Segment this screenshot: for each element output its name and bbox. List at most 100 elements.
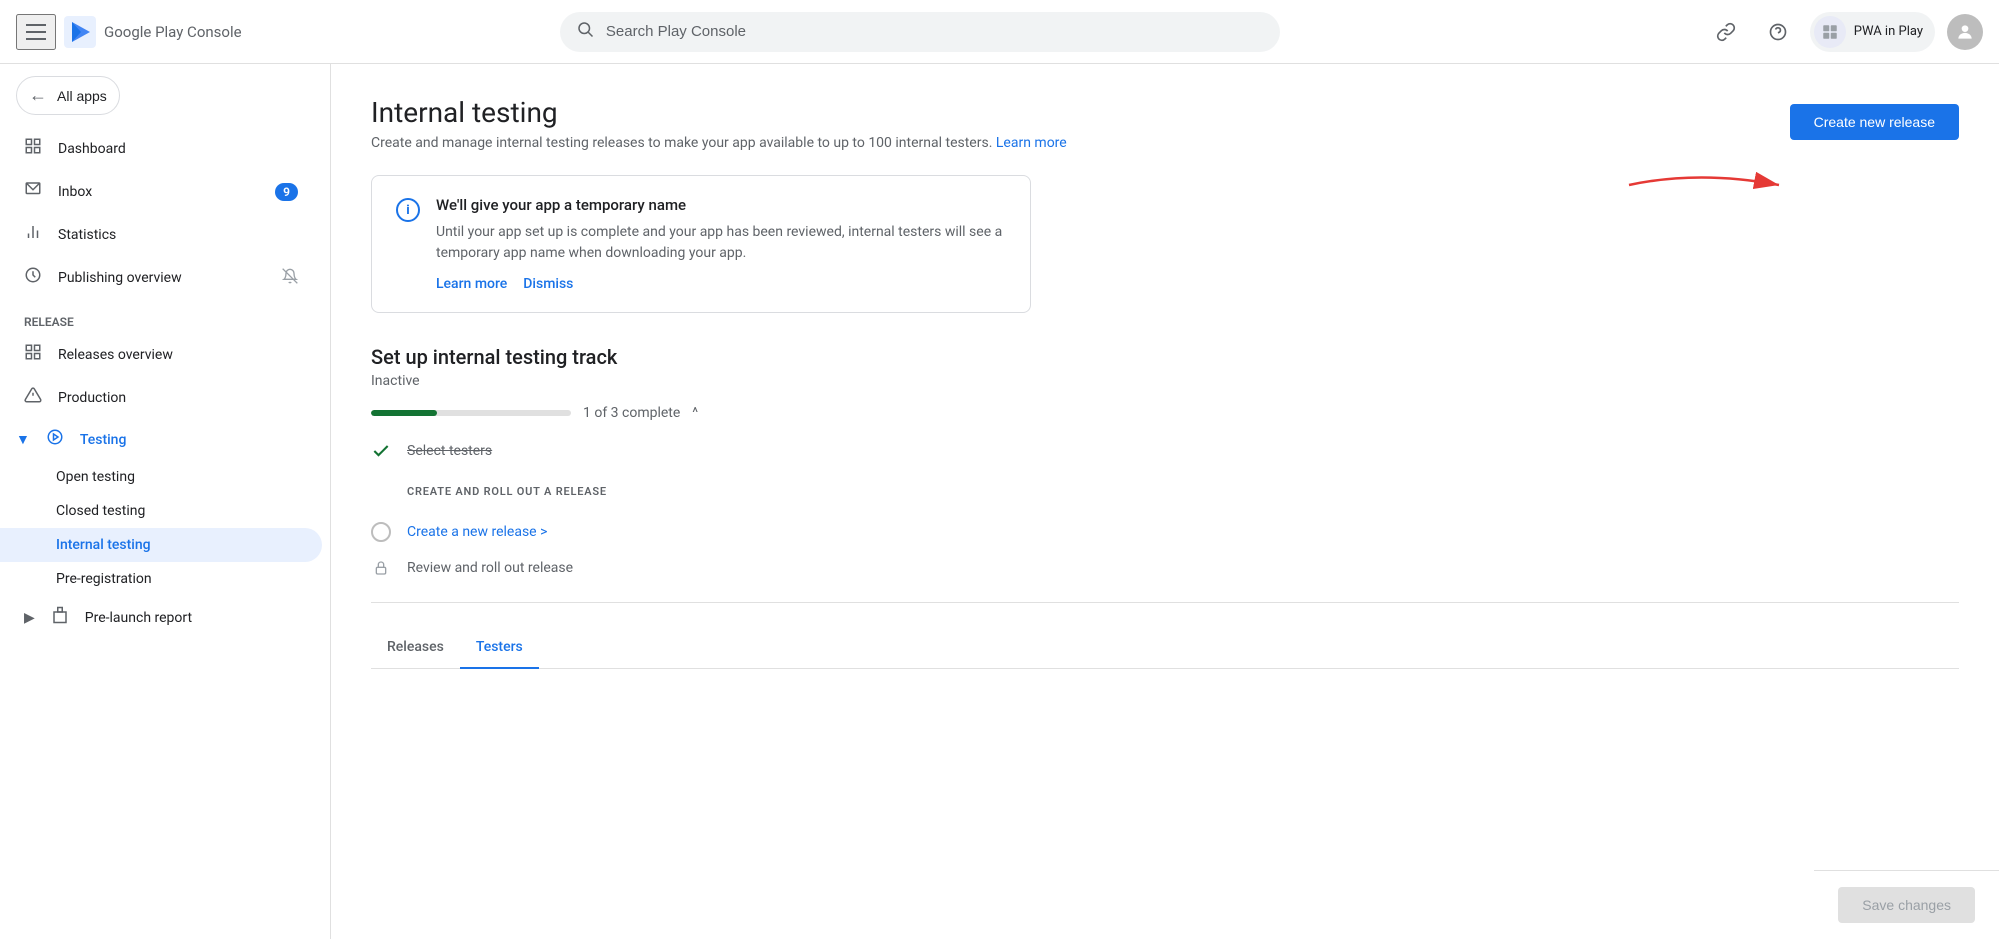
arrow-indicator [1619,160,1799,210]
pre-launch-icon [51,606,69,629]
testing-collapse-arrow[interactable]: ▼ [0,422,38,457]
chevron-up-icon[interactable]: ^ [692,405,698,421]
search-bar [560,12,1280,52]
info-title: We'll give your app a temporary name [436,196,1006,214]
sidebar-item-internal-testing[interactable]: Internal testing [0,528,322,562]
step-label-select-testers: Select testers [407,443,492,459]
sidebar-item-pre-launch-report[interactable]: ▶ Pre-launch report [0,596,322,639]
releases-overview-icon [24,343,42,366]
progress-text: 1 of 3 complete [583,405,680,421]
info-content: We'll give your app a temporary name Unt… [436,196,1006,292]
section-divider [371,602,1959,603]
sidebar-item-open-testing[interactable]: Open testing [0,460,322,494]
info-dismiss-link[interactable]: Dismiss [523,276,573,292]
sidebar-item-pre-registration[interactable]: Pre-registration [0,562,322,596]
statistics-icon [24,223,42,246]
user-avatar[interactable] [1947,14,1983,50]
save-bar: Save changes [1814,870,1999,939]
back-arrow-icon: ← [29,85,47,106]
search-input[interactable] [606,23,1264,40]
step-item-select-testers: Select testers [371,441,1959,461]
sidebar-item-production[interactable]: Production [0,376,322,419]
sidebar-item-closed-testing[interactable]: Closed testing [0,494,322,528]
topbar-left: Google Play Console [16,14,347,50]
search-icon [576,20,594,43]
info-learn-more-link[interactable]: Learn more [436,276,507,292]
release-section-label: Release [0,299,330,333]
inbox-badge: 9 [275,183,298,201]
step-list: Select testers CREATE AND ROLL OUT A REL… [371,441,1959,578]
link-icon-btn[interactable] [1706,12,1746,52]
dashboard-icon [24,137,42,160]
info-description: Until your app set up is complete and yo… [436,222,1006,264]
page-subtitle: Create and manage internal testing relea… [371,135,1067,151]
production-label: Production [58,390,126,406]
sidebar: ← All apps Dashboard Inbox 9 Statistics [0,64,331,939]
step-circle-icon [371,522,391,542]
create-release-link[interactable]: Create a new release > [407,524,547,540]
pre-launch-label: Pre-launch report [85,610,192,626]
progress-bar-background [371,410,571,416]
publishing-overview-icon [24,266,42,289]
production-icon [24,386,42,409]
hamburger-menu[interactable] [16,14,56,50]
logo-icon [64,16,96,48]
info-icon: i [396,198,420,222]
topbar-right: PWA in Play [1706,12,1983,52]
internal-testing-label: Internal testing [56,537,151,553]
logo-area: Google Play Console [64,16,242,48]
releases-overview-label: Releases overview [58,347,173,363]
step-check-icon [371,441,391,461]
publishing-overview-label: Publishing overview [58,270,182,286]
tab-row: Releases Testers [371,627,1959,669]
inbox-icon [24,180,42,203]
sidebar-item-releases-overview[interactable]: Releases overview [0,333,322,376]
app-chip[interactable]: PWA in Play [1810,12,1935,52]
tab-testers[interactable]: Testers [460,627,539,669]
sidebar-item-statistics[interactable]: Statistics [0,213,322,256]
info-box: i We'll give your app a temporary name U… [371,175,1031,313]
sidebar-item-publishing-overview[interactable]: Publishing overview [0,256,322,299]
progress-row: 1 of 3 complete ^ [371,405,1959,421]
sidebar-item-inbox[interactable]: Inbox 9 [0,170,322,213]
statistics-label: Statistics [58,227,116,243]
step-item-review-release: Review and roll out release [371,558,1959,578]
page-header-left: Internal testing Create and manage inter… [371,96,1067,151]
closed-testing-label: Closed testing [56,503,145,519]
all-apps-button[interactable]: ← All apps [16,76,120,115]
info-links: Learn more Dismiss [436,276,1006,292]
create-release-section-header: CREATE AND ROLL OUT A RELEASE [407,485,1959,498]
app-name: PWA in Play [1854,24,1923,39]
step-lock-icon [371,558,391,578]
pre-registration-label: Pre-registration [56,571,152,587]
setup-section: Set up internal testing track Inactive 1… [371,345,1959,669]
testing-nav-row: ▼ Testing [0,419,330,460]
subtitle-learn-more-link[interactable]: Learn more [996,135,1067,151]
step-item-create-release[interactable]: Create a new release > [371,522,1959,542]
help-icon-btn[interactable] [1758,12,1798,52]
app-chip-icon [1814,16,1846,48]
dashboard-label: Dashboard [58,141,126,157]
content-area: Internal testing Create and manage inter… [331,64,1999,939]
main-layout: ← All apps Dashboard Inbox 9 Statistics [0,64,1999,939]
testing-label: Testing [80,432,127,448]
page-header: Internal testing Create and manage inter… [371,96,1959,151]
setup-title: Set up internal testing track [371,345,1959,369]
inbox-label: Inbox [58,184,92,200]
page-title: Internal testing [371,96,1067,129]
sidebar-item-dashboard[interactable]: Dashboard [0,127,322,170]
sidebar-item-testing[interactable]: Testing [38,419,322,460]
step-label-review-release: Review and roll out release [407,560,573,576]
step-label-create-release: Create a new release > [407,524,547,540]
all-apps-label: All apps [57,88,107,104]
testing-icon [46,428,64,451]
setup-status: Inactive [371,373,1959,389]
logo-text: Google Play Console [104,23,242,41]
bell-slash-icon [282,268,298,288]
tab-releases[interactable]: Releases [371,627,460,669]
save-changes-button[interactable]: Save changes [1838,887,1975,923]
topbar: Google Play Console PWA in Play [0,0,1999,64]
create-new-release-button[interactable]: Create new release [1790,104,1959,140]
open-testing-label: Open testing [56,469,135,485]
progress-bar-fill [371,410,437,416]
